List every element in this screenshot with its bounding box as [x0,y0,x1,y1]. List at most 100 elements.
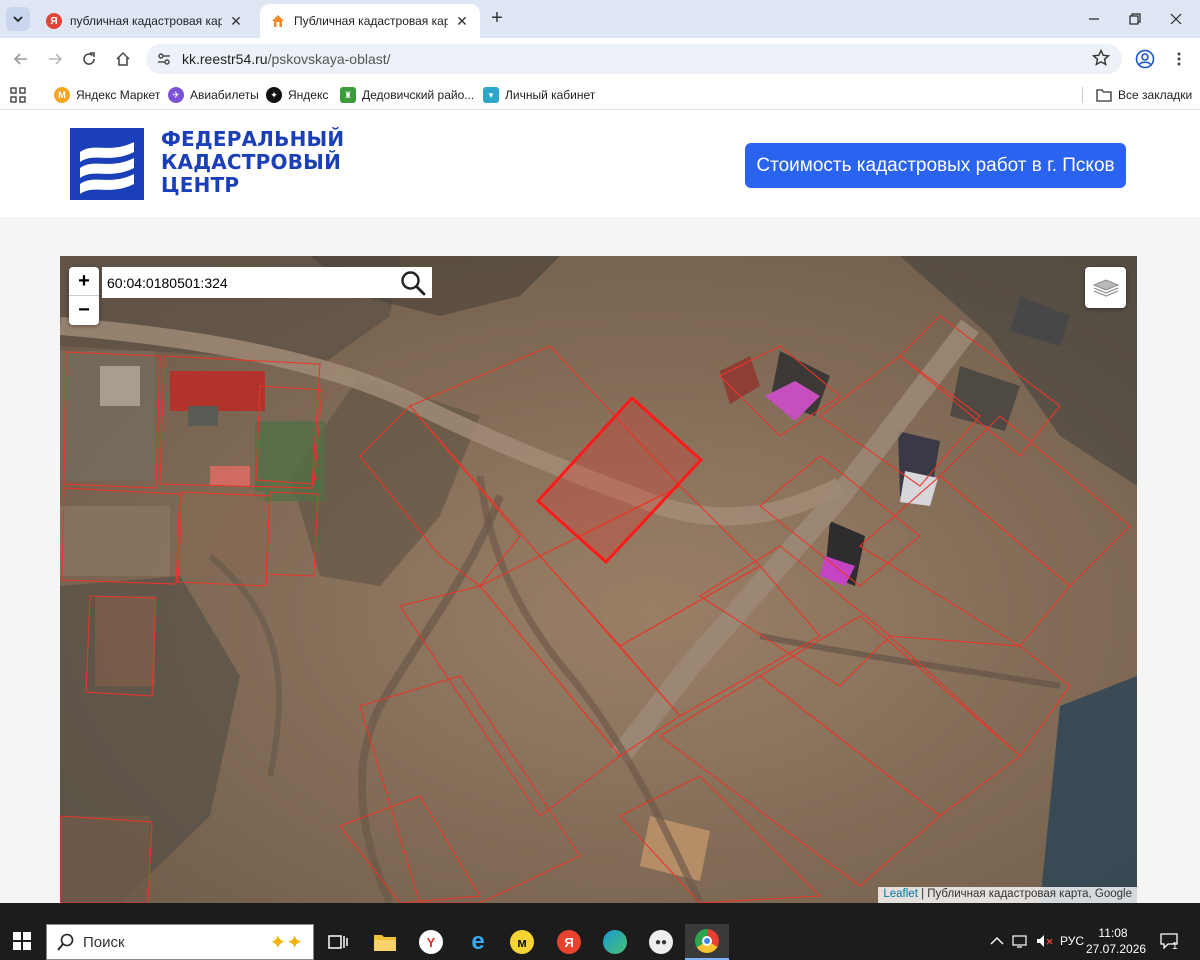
network-icon[interactable] [1012,922,1030,960]
browser-menu-button[interactable] [1166,46,1192,72]
chevron-down-icon [13,16,23,23]
bookmark-item[interactable]: ✈ Авиабилеты [168,86,259,104]
windows-taskbar: Поиск ✦✦ Y e м Я ●● РУС 11:08 27.07.2026 [0,922,1200,960]
tab-active[interactable]: Публичная кадастровая карта ✕ [260,4,480,38]
app-icon: ●● [649,930,673,954]
logo-icon[interactable] [70,128,144,200]
yandex-button[interactable]: Я [547,924,591,960]
bookmark-label: Личный кабинет [505,88,596,102]
bookmark-item[interactable]: ✦ Яндекс [266,86,328,104]
restore-icon [1129,13,1141,25]
folder-icon [1096,89,1112,102]
site-info-icon[interactable] [150,44,178,74]
taskbar-search[interactable]: Поиск ✦✦ [46,924,314,960]
yandex-icon: Я [557,930,581,954]
edge-button[interactable] [593,924,637,960]
close-icon [1170,13,1182,25]
profile-icon [1135,49,1155,69]
all-bookmarks-button[interactable]: Все закладки [1096,86,1192,104]
logo-line: ЦЕНТР [161,173,240,197]
yandex-market-icon: м [510,930,534,954]
chrome-icon [695,929,719,953]
address-bar[interactable]: kk.reestr54.ru/pskovskaya-oblast/ [146,44,1122,74]
yandex-market-button[interactable]: м [500,924,544,960]
language-indicator[interactable]: РУС [1060,922,1084,960]
bookmark-label: Яндекс Маркет [76,88,161,102]
close-icon[interactable]: ✕ [454,13,470,30]
yandex-icon: ✦ [266,87,282,103]
bookmark-label: Авиабилеты [190,88,259,102]
tab-search-button[interactable] [6,7,30,31]
start-button[interactable] [0,922,44,960]
cadastral-cost-button[interactable]: Стоимость кадастровых работ в г. Псков [745,143,1126,188]
notification-count: 1 [1172,940,1178,952]
layers-button[interactable] [1085,267,1126,308]
tab-inactive[interactable]: Я публичная кадастровая карта ✕ [36,4,254,38]
app-button[interactable]: ●● [639,924,683,960]
leaflet-link[interactable]: Leaflet [883,888,918,900]
profile-button[interactable] [1132,46,1158,72]
taskbar-clock[interactable]: 11:08 27.07.2026 [1086,925,1147,957]
file-explorer-button[interactable] [363,924,407,960]
bookmarks-divider [1082,87,1083,103]
yandex-browser-button[interactable]: Y [409,924,453,960]
bookmark-item[interactable]: ♜ Дедовичский райо... [340,86,474,104]
back-button[interactable] [8,46,34,72]
yandex-market-icon: М [54,87,70,103]
logo-text[interactable]: ФЕДЕРАЛЬНЫЙ КАДАСТРОВЫЙ ЦЕНТР [161,128,344,197]
bookmark-item[interactable]: М Яндекс Маркет [54,86,160,104]
layers-icon [1092,278,1119,297]
house-icon [270,13,286,29]
clock-time: 11:08 [1098,926,1128,940]
zoom-in-button[interactable]: + [69,267,99,296]
yandex-icon: Я [46,13,62,29]
notifications-button[interactable]: 1 [1160,922,1178,960]
bookmark-item[interactable]: ▾ Личный кабинет [483,86,595,104]
home-icon [116,51,130,66]
attribution-text: | Публичная кадастровая карта, Google [917,888,1132,900]
clock-date: 27.07.2026 [1086,942,1147,956]
edge-icon [603,930,627,954]
new-tab-button[interactable]: + [486,8,508,30]
logo-line: ФЕДЕРАЛЬНЫЙ [161,127,345,151]
reload-button[interactable] [76,46,102,72]
bookmark-star-icon[interactable] [1091,48,1111,72]
forward-button[interactable] [42,46,68,72]
minimize-button[interactable] [1074,0,1114,38]
arrow-right-icon [49,53,63,65]
volume-muted-icon[interactable] [1036,922,1054,960]
task-view-icon [328,935,348,949]
airplane-icon: ✈ [168,87,184,103]
arrow-left-icon [13,53,27,65]
cadastral-map[interactable]: + − Leaflet | Публичная кадастровая карт… [60,256,1137,903]
restore-button[interactable] [1115,0,1155,38]
map-attribution: Leaflet | Публичная кадастровая карта, G… [878,887,1137,903]
yandex-browser-icon: Y [419,930,443,954]
apps-button[interactable] [10,86,26,104]
search-icon[interactable] [400,270,426,296]
page-bottom-band [0,903,1200,922]
windows-logo-icon [13,932,31,950]
zoom-out-button[interactable]: − [69,296,99,325]
cadastral-number-input[interactable] [102,274,392,291]
cadastral-search [102,267,432,298]
tab-title: Публичная кадастровая карта [294,14,448,28]
satellite-imagery[interactable] [60,256,1137,903]
tab-title: публичная кадастровая карта [70,14,222,28]
close-icon[interactable]: ✕ [228,13,244,30]
bookmark-label: Дедовичский райо... [362,88,475,102]
cabinet-icon: ▾ [483,87,499,103]
more-vertical-icon [1177,52,1181,66]
close-window-button[interactable] [1156,0,1196,38]
home-button[interactable] [110,46,136,72]
chrome-button[interactable] [685,924,729,960]
zoom-control: + − [69,267,99,325]
site-header: ФЕДЕРАЛЬНЫЙ КАДАСТРОВЫЙ ЦЕНТР Стоимость … [0,111,1200,217]
sparkle-icon: ✦✦ [269,931,303,954]
taskbar-search-placeholder: Поиск [83,933,125,951]
show-hidden-icons-button[interactable] [990,922,1004,960]
task-view-button[interactable] [316,924,360,960]
internet-explorer-button[interactable]: e [456,924,500,960]
url-host: kk.reestr54.ru [182,51,268,67]
page-content: ФЕДЕРАЛЬНЫЙ КАДАСТРОВЫЙ ЦЕНТР Стоимость … [0,111,1200,903]
